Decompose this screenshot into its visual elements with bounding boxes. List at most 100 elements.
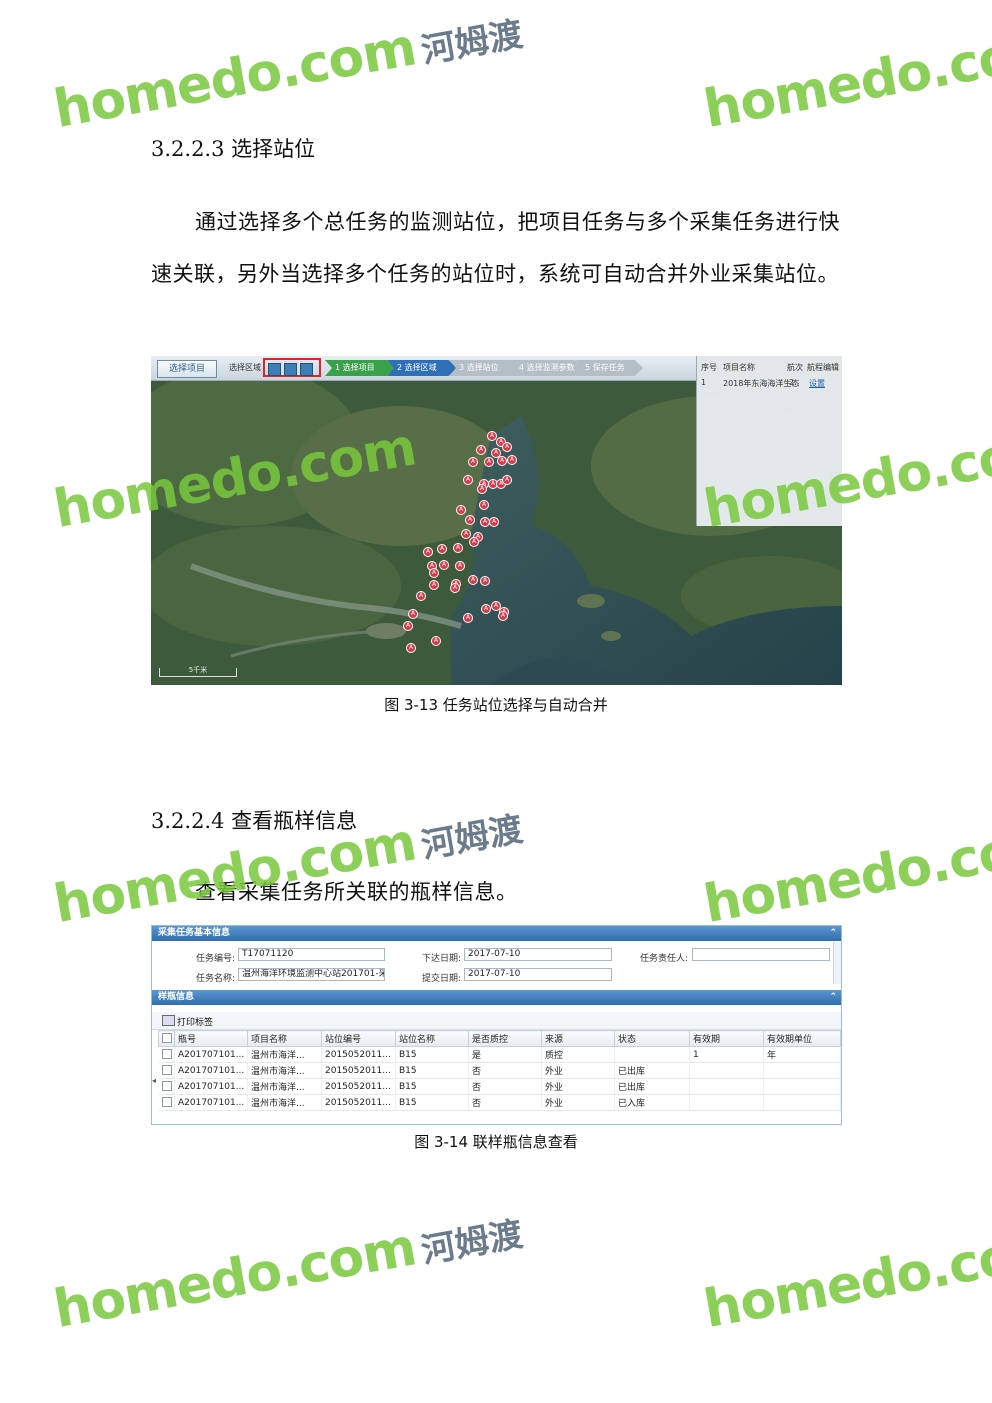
station-marker[interactable]: A — [468, 457, 478, 467]
task-name-field[interactable]: 温州海洋环境监测中心站201701-采集 — [238, 968, 385, 981]
station-marker[interactable]: A — [489, 517, 499, 527]
row-checkbox[interactable] — [158, 1046, 175, 1063]
col-station-name[interactable]: 站位名称 — [395, 1030, 469, 1047]
table-row[interactable]: A201707101... 温州市海洋... 2015052011... B15 是质控… — [158, 1046, 841, 1063]
table-row[interactable]: A201707101... 温州市海洋... 2015052011... B15 否外业… — [158, 1062, 841, 1079]
station-marker[interactable]: A — [502, 475, 512, 485]
row-checkbox[interactable] — [158, 1078, 175, 1095]
station-marker[interactable]: A — [437, 544, 447, 554]
submit-date-field[interactable]: 2017-07-10 — [464, 968, 612, 981]
table-cell: 外业 — [541, 1078, 615, 1095]
polygon-select-icon[interactable] — [300, 363, 313, 376]
step-4[interactable]: 4 选择监测参数 — [509, 360, 583, 376]
station-marker[interactable]: A — [477, 484, 487, 494]
station-marker[interactable]: A — [450, 583, 460, 593]
station-marker[interactable]: A — [480, 576, 490, 586]
station-marker[interactable]: A — [403, 621, 413, 631]
figure-caption-3-14: 图 3-14 联样瓶信息查看 — [414, 1133, 578, 1151]
table-cell: A201707101... — [174, 1046, 248, 1063]
table-cell: B15 — [395, 1078, 469, 1095]
printer-icon[interactable] — [162, 1015, 175, 1026]
col-station-no[interactable]: 站位编号 — [321, 1030, 396, 1047]
homedo-watermark: homedo.com河姆渡 — [50, 0, 527, 140]
station-marker[interactable]: A — [468, 575, 478, 585]
select-project-button[interactable]: 选择项目 — [157, 360, 217, 378]
station-marker[interactable]: A — [497, 456, 507, 466]
collapse-icon[interactable]: ⌃ — [829, 990, 837, 1005]
col-project[interactable]: 项目名称 — [247, 1030, 322, 1047]
table-cell: 2015052011... — [321, 1078, 396, 1095]
section-heading-select-station: 3.2.2.3 选择站位 — [151, 137, 316, 161]
station-marker[interactable]: A — [455, 561, 465, 571]
table-header-row: 瓶号 项目名称 站位编号 站位名称 是否质控 来源 状态 有效期 有效期单位 — [158, 1030, 841, 1047]
station-marker[interactable]: A — [406, 643, 416, 653]
col-status[interactable]: 状态 — [614, 1030, 690, 1047]
owner-label: 任务责任人: — [640, 954, 689, 964]
bottle-info-header[interactable]: 样瓶信息 ⌃ — [152, 990, 841, 1005]
form-scrollbar[interactable] — [833, 942, 841, 984]
bottle-info-figure: 采集任务基本信息 ⌃ 任务编号: T17071120 下达日期: 2017-07… — [151, 925, 842, 1125]
station-marker[interactable]: A — [423, 547, 433, 557]
row-edit-link[interactable]: 设置 — [809, 378, 825, 389]
col-validity[interactable]: 有效期 — [689, 1030, 764, 1047]
table-cell: 温州市海洋... — [247, 1094, 322, 1111]
station-marker[interactable]: A — [481, 604, 491, 614]
table-cell: 年 — [763, 1046, 841, 1063]
station-marker[interactable]: A — [456, 505, 466, 515]
station-marker[interactable]: A — [453, 543, 463, 553]
station-marker[interactable]: A — [463, 475, 473, 485]
station-marker[interactable]: A — [463, 613, 473, 623]
station-marker[interactable]: A — [498, 611, 508, 621]
station-marker[interactable]: A — [439, 560, 449, 570]
station-marker[interactable]: A — [469, 537, 479, 547]
table-cell: 否 — [468, 1078, 542, 1095]
watermark-brand: homedo.com — [49, 17, 421, 140]
area-tools-highlight — [263, 358, 321, 377]
station-marker[interactable]: A — [507, 455, 517, 465]
row-checkbox[interactable] — [158, 1094, 175, 1111]
col-source[interactable]: 来源 — [541, 1030, 615, 1047]
station-marker[interactable]: A — [502, 442, 512, 452]
issue-date-field[interactable]: 2017-07-10 — [464, 948, 612, 961]
col-bottle-no[interactable]: 瓶号 — [174, 1030, 248, 1047]
table-row[interactable]: A201707101... 温州市海洋... 2015052011... B15 否外业… — [158, 1094, 841, 1111]
rectangle-select-icon[interactable] — [284, 363, 297, 376]
table-row[interactable]: A201707101... 温州市海洋... 2015052011... B15 否外业… — [158, 1078, 841, 1095]
homedo-watermark: homedo.com河姆渡 — [50, 1199, 527, 1340]
print-label-button[interactable]: 打印标签 — [177, 1015, 213, 1028]
circle-select-icon[interactable] — [268, 363, 281, 376]
watermark-chinese: 河姆渡 — [418, 14, 526, 72]
station-marker[interactable]: A — [431, 636, 441, 646]
step-1[interactable]: 1 选择项目 — [325, 360, 395, 376]
table-cell: 已出库 — [614, 1062, 690, 1079]
select-all-checkbox[interactable] — [158, 1030, 175, 1047]
expand-left-icon[interactable]: ◂ — [152, 1076, 156, 1085]
table-cell: 否 — [468, 1062, 542, 1079]
table-cell: 2015052011... — [321, 1046, 396, 1063]
watermark-brand: homedo.com — [699, 1217, 992, 1340]
station-marker[interactable]: A — [408, 609, 418, 619]
table-cell: 是 — [468, 1046, 542, 1063]
task-basic-info-header[interactable]: 采集任务基本信息 ⌃ — [152, 926, 841, 941]
bottle-info-title: 样瓶信息 — [158, 992, 195, 1002]
station-marker[interactable]: A — [479, 500, 489, 510]
step-2[interactable]: 2 选择区域 — [387, 360, 457, 376]
collapse-icon[interactable]: ⌃ — [829, 926, 837, 941]
task-no-field[interactable]: T17071120 — [238, 948, 385, 961]
col-validity-unit[interactable]: 有效期单位 — [763, 1030, 841, 1047]
table-cell: 2015052011... — [321, 1094, 396, 1111]
station-marker[interactable]: A — [484, 457, 494, 467]
step-3[interactable]: 3 选择站位 — [449, 360, 517, 376]
station-marker[interactable]: A — [476, 445, 486, 455]
col-qc[interactable]: 是否质控 — [468, 1030, 542, 1047]
step-5[interactable]: 5 保存任务 — [575, 360, 643, 376]
owner-field[interactable] — [692, 948, 830, 961]
bottle-table: 瓶号 项目名称 站位编号 站位名称 是否质控 来源 状态 有效期 有效期单位 A… — [158, 1030, 841, 1111]
table-cell: 外业 — [541, 1094, 615, 1111]
row-checkbox[interactable] — [158, 1062, 175, 1079]
station-marker[interactable]: A — [429, 580, 439, 590]
table-cell — [763, 1078, 841, 1095]
station-marker[interactable]: A — [465, 515, 475, 525]
station-marker[interactable]: A — [416, 591, 426, 601]
station-marker[interactable]: A — [429, 568, 439, 578]
